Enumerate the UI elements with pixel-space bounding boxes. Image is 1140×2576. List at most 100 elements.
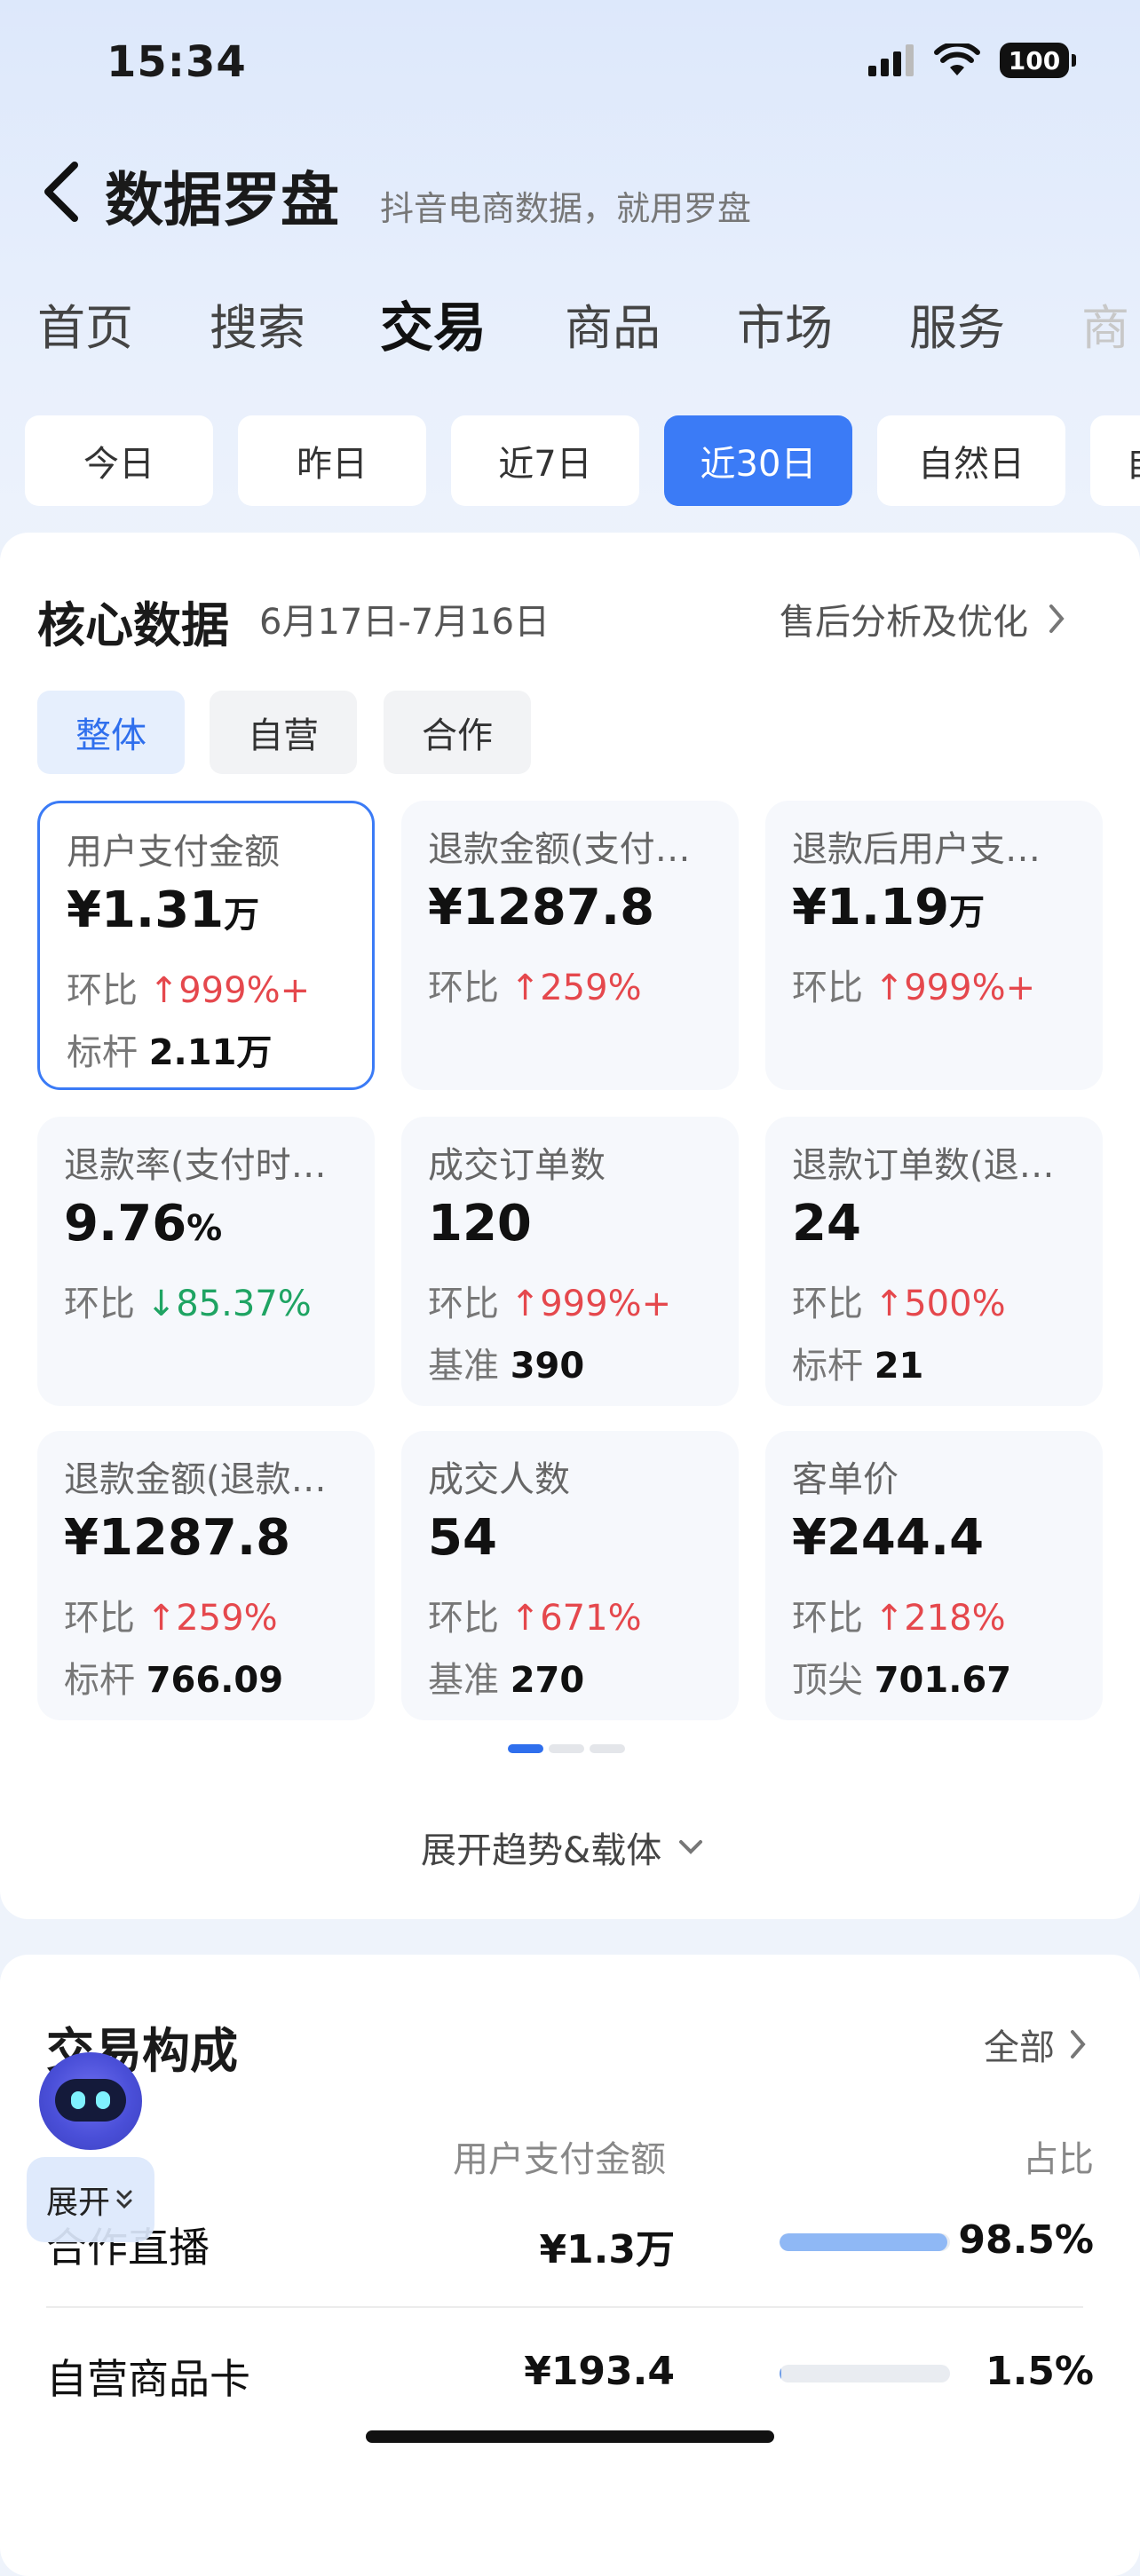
metric-value-number: 54: [428, 1509, 497, 1567]
benchmark-label: 基准: [428, 1346, 499, 1387]
metric-label: 成交订单数: [428, 1145, 606, 1186]
tab-goods[interactable]: 商品: [565, 288, 661, 359]
metric-benchmark: 基准 390: [428, 1337, 584, 1388]
metric-card[interactable]: 成交订单数 120 环比 ↑999%+ 基准 390: [401, 1117, 739, 1406]
metric-compare: 环比 ↓85.37%: [64, 1275, 312, 1326]
arrow-down-icon: ↓: [146, 1284, 177, 1324]
status-time: 15:34: [107, 37, 247, 87]
cellular-signal-icon: [868, 44, 914, 76]
page-dot: [508, 1744, 543, 1753]
metric-value-number: ¥244.4: [792, 1509, 985, 1567]
arrow-up-icon: ↑: [874, 968, 905, 1008]
compare-label: 环比: [428, 1284, 499, 1324]
robot-face: [55, 2079, 126, 2122]
row-divider: [46, 2306, 1083, 2308]
arrow-up-icon: ↑: [510, 1284, 541, 1324]
compare-change-value: 259%: [176, 1598, 278, 1639]
metric-benchmark: 标杆 21: [792, 1337, 923, 1388]
metric-label: 客单价: [792, 1459, 899, 1500]
compare-change: ↑999%+: [149, 970, 310, 1011]
robot-eye: [96, 2091, 110, 2109]
arrow-up-icon: ↑: [510, 1598, 541, 1639]
expand-trend-button[interactable]: 展开趋势&载体: [421, 1821, 706, 1873]
arrow-up-icon: ↑: [874, 1284, 905, 1324]
metric-benchmark: 标杆 2.11万: [67, 1023, 272, 1075]
date-filter-overflow[interactable]: 自: [1090, 415, 1140, 506]
assistant-expand-button[interactable]: 展开: [27, 2157, 154, 2242]
compare-label: 环比: [792, 968, 863, 1008]
after-sale-link-label: 售后分析及优化: [780, 602, 1028, 643]
column-header-share: 占比: [1023, 2139, 1094, 2180]
metric-compare: 环比 ↑999%+: [792, 959, 1035, 1010]
metric-value-number: ¥1.19: [792, 879, 950, 936]
metric-card[interactable]: 退款金额(支付… ¥1287.8 环比 ↑259%: [401, 801, 739, 1090]
compare-change-value: 500%: [904, 1284, 1006, 1324]
tab-search[interactable]: 搜索: [210, 288, 305, 359]
floating-assistant[interactable]: 展开: [27, 2052, 154, 2242]
robot-assistant-icon[interactable]: [39, 2052, 142, 2150]
tab-service[interactable]: 服务: [909, 288, 1005, 359]
metric-card[interactable]: 退款金额(退款… ¥1287.8 环比 ↑259% 标杆 766.09: [37, 1431, 375, 1720]
metric-card[interactable]: 退款订单数(退… 24 环比 ↑500% 标杆 21: [765, 1117, 1103, 1406]
compare-label: 环比: [792, 1598, 863, 1639]
arrow-up-icon: ↑: [146, 1598, 177, 1639]
share-bar-fill: [780, 2233, 948, 2251]
date-filter-30days[interactable]: 近30日: [664, 415, 852, 506]
composition-share-bar: [780, 2233, 950, 2251]
metric-card[interactable]: 客单价 ¥244.4 环比 ↑218% 顶尖 701.67: [765, 1431, 1103, 1720]
page-indicator: [508, 1744, 625, 1753]
metric-benchmark: 基准 270: [428, 1651, 584, 1703]
tab-home[interactable]: 首页: [37, 288, 133, 359]
compare-change-value: 218%: [904, 1598, 1006, 1639]
column-header-pay-amount: 用户支付金额: [453, 2139, 666, 2180]
metric-card[interactable]: 退款率(支付时… 9.76% 环比 ↓85.37%: [37, 1117, 375, 1406]
metric-compare: 环比 ↑500%: [792, 1275, 1006, 1326]
metric-benchmark: 顶尖 701.67: [792, 1651, 1011, 1703]
metric-value: ¥1287.8: [64, 1509, 290, 1567]
compare-change: ↑999%+: [875, 968, 1035, 1008]
composition-row-share: 98.5%: [958, 2217, 1094, 2263]
tab-market[interactable]: 市场: [737, 288, 833, 359]
arrow-up-icon: ↑: [510, 968, 541, 1008]
benchmark-label: 顶尖: [792, 1660, 863, 1701]
metric-compare: 环比 ↑671%: [428, 1589, 642, 1640]
after-sale-link[interactable]: 售后分析及优化: [780, 593, 1069, 644]
segment-cooperation[interactable]: 合作: [384, 691, 531, 774]
metric-value: ¥1.19万: [792, 879, 985, 936]
metric-label: 用户支付金额: [67, 832, 280, 873]
compare-label: 环比: [64, 1598, 135, 1639]
segment-self-operated[interactable]: 自营: [210, 691, 357, 774]
metric-compare: 环比 ↑218%: [792, 1589, 1006, 1640]
core-date-range: 6月17日-7月16日: [259, 602, 550, 643]
metric-card[interactable]: 成交人数 54 环比 ↑671% 基准 270: [401, 1431, 739, 1720]
tab-overflow[interactable]: 商: [1081, 288, 1129, 359]
metric-value-unit: 万: [949, 892, 986, 933]
date-filter-7days[interactable]: 近7日: [451, 415, 639, 506]
metric-value: 24: [792, 1195, 861, 1252]
metric-value: ¥244.4: [792, 1509, 984, 1567]
metric-value-number: ¥1.31: [67, 881, 225, 939]
compare-change-value: 999%+: [178, 970, 311, 1011]
double-chevron-down-icon: [116, 2190, 132, 2209]
back-arrow-icon[interactable]: [36, 158, 89, 225]
benchmark-value: 701.67: [874, 1660, 1012, 1701]
tab-trade[interactable]: 交易: [380, 288, 487, 362]
segment-overall[interactable]: 整体: [37, 691, 185, 774]
benchmark-value: 2.11万: [148, 1032, 273, 1073]
metric-compare: 环比 ↑999%+: [428, 1275, 671, 1326]
metric-value: ¥1.31万: [67, 881, 259, 939]
compare-change-value: 999%+: [540, 1284, 672, 1324]
metric-card[interactable]: 退款后用户支… ¥1.19万 环比 ↑999%+: [765, 801, 1103, 1090]
date-filter-today[interactable]: 今日: [25, 415, 213, 506]
date-filter-natural-day[interactable]: 自然日: [877, 415, 1065, 506]
date-filter-yesterday[interactable]: 昨日: [238, 415, 426, 506]
compare-change: ↑500%: [875, 1284, 1006, 1324]
compare-change: ↑218%: [875, 1598, 1006, 1639]
composition-row-share: 1.5%: [985, 2349, 1094, 2394]
benchmark-label: 标杆: [64, 1660, 135, 1701]
benchmark-value: 21: [874, 1346, 924, 1387]
metric-card[interactable]: 用户支付金额 ¥1.31万 环比 ↑999%+ 标杆 2.11万: [37, 801, 375, 1090]
metric-value-number: 120: [428, 1195, 532, 1252]
composition-all-link[interactable]: 全部: [984, 2019, 1090, 2070]
metric-value-number: ¥1287.8: [64, 1509, 291, 1567]
